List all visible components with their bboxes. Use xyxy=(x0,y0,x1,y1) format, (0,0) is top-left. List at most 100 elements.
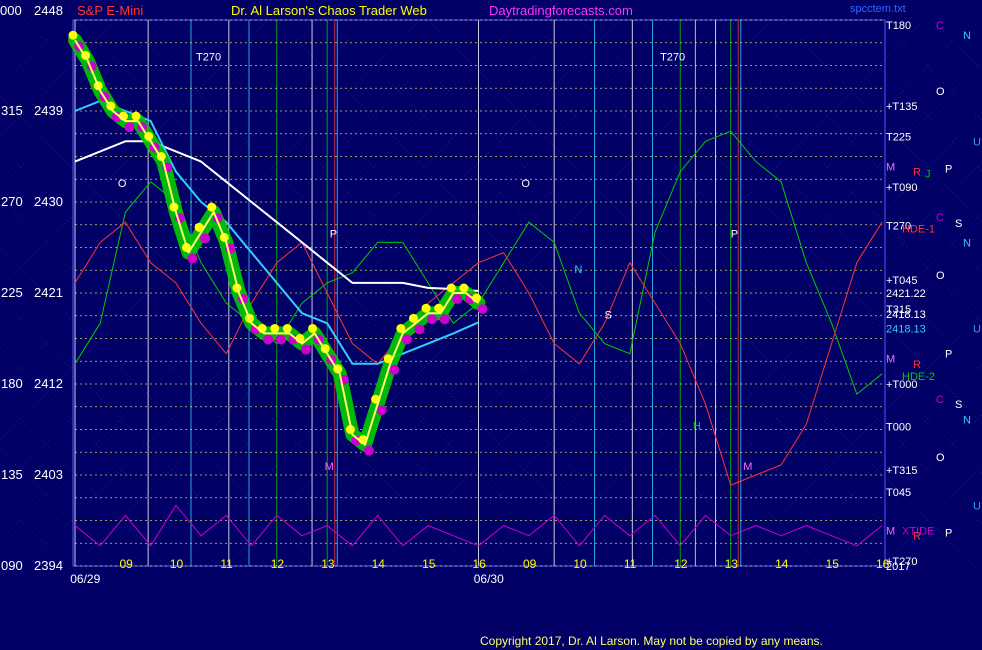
right-label: 2418.13 xyxy=(886,323,926,335)
planet-symbol: R xyxy=(913,167,921,179)
planet-symbol: P xyxy=(945,528,952,540)
right-label: T000 xyxy=(886,421,911,433)
chart-marker: M xyxy=(325,461,334,473)
price-low-dot xyxy=(300,344,311,355)
chart-marker: N xyxy=(574,264,582,276)
site-link[interactable]: Daytradingforecasts.com xyxy=(489,3,633,18)
planet-symbol: N xyxy=(963,30,971,42)
chart-marker: H xyxy=(693,421,701,433)
right-label: +T135 xyxy=(886,101,918,113)
header-price-top: 2448 xyxy=(34,3,63,18)
price-high-dot xyxy=(282,323,292,333)
planet-symbol: P xyxy=(945,349,952,361)
price-low-dot xyxy=(263,334,274,345)
planet-symbol: R xyxy=(913,359,921,371)
planet-symbol: O xyxy=(936,270,945,282)
x-hour-label: 10 xyxy=(573,557,587,571)
planet-symbol: U xyxy=(973,500,981,512)
price-high-dot xyxy=(131,111,141,121)
right-label: +T000 xyxy=(886,379,918,391)
right-label: M xyxy=(886,162,895,174)
chart-marker: S xyxy=(605,309,612,321)
price-low-dot xyxy=(364,445,375,456)
planet-symbol: N xyxy=(963,414,971,426)
y-tick-code: 225 xyxy=(1,285,23,300)
right-label: T225 xyxy=(886,131,911,143)
chart-background xyxy=(0,0,982,650)
right-label: M xyxy=(886,526,895,538)
planet-symbol: O xyxy=(936,452,945,464)
chart-marker: P xyxy=(731,228,738,240)
x-hour-label: 13 xyxy=(725,557,739,571)
chart-marker: O xyxy=(118,178,127,190)
price-high-dot xyxy=(207,202,217,212)
price-low-dot xyxy=(376,405,387,416)
planet-symbol: C xyxy=(936,394,944,406)
x-hour-label: 10 xyxy=(170,557,184,571)
price-low-dot xyxy=(124,122,135,133)
price-low-dot xyxy=(401,334,412,345)
y-tick-price: 2439 xyxy=(34,103,63,118)
chart-marker: T270 xyxy=(196,51,221,63)
x-hour-label: 11 xyxy=(220,557,233,571)
price-high-dot xyxy=(446,283,456,293)
chart-marker: M xyxy=(743,461,752,473)
chart-marker: T270 xyxy=(660,51,685,63)
right-label: M xyxy=(886,354,895,366)
x-hour-label: 15 xyxy=(826,557,840,571)
y-tick-code: 180 xyxy=(1,376,23,391)
price-high-dot xyxy=(308,323,318,333)
planet-symbol: R xyxy=(913,531,921,543)
right-label: +T045 xyxy=(886,275,918,287)
price-low-dot xyxy=(439,314,450,325)
price-high-dot xyxy=(270,323,280,333)
y-tick-price: 2412 xyxy=(34,376,63,391)
y-tick-code: 135 xyxy=(1,467,23,482)
price-low-dot xyxy=(452,294,463,304)
right-label: T180 xyxy=(886,20,911,32)
planet-symbol: J xyxy=(925,169,931,181)
planet-symbol: U xyxy=(973,136,981,148)
chart-canvas: T270 T270O OP PNSHMM 315 2439270 2430225 24211… xyxy=(0,0,982,650)
x-date-label: 06/29 xyxy=(70,572,100,586)
y-tick-code: 270 xyxy=(1,194,23,209)
planet-symbol: S xyxy=(955,218,962,230)
price-low-dot xyxy=(414,324,425,335)
right-label: 2421.22 xyxy=(886,288,926,300)
x-hour-label: 16 xyxy=(473,557,487,571)
x-hour-label: 14 xyxy=(372,557,386,571)
chart-marker: O xyxy=(521,178,530,190)
y-tick-code: 315 xyxy=(1,103,23,118)
right-label: +T315 xyxy=(886,465,918,477)
y-tick-price: 2421 xyxy=(34,285,63,300)
x-hour-label: 15 xyxy=(422,557,436,571)
planet-symbol: N xyxy=(963,237,971,249)
right-label: T045 xyxy=(886,487,911,499)
price-low-dot xyxy=(200,233,211,244)
price-low-dot xyxy=(275,334,286,345)
chart-file-name: spcctem.txt xyxy=(850,3,906,15)
planet-symbol: C xyxy=(936,20,944,32)
planet-symbol: O xyxy=(936,86,945,98)
copyright-notice: Copyright 2017, Dr. Al Larson. May not b… xyxy=(480,634,823,648)
x-hour-label: 09 xyxy=(523,557,537,571)
price-high-dot xyxy=(421,303,431,313)
instrument-title: S&P E-Mini xyxy=(77,3,144,18)
x-hour-label: 12 xyxy=(271,557,285,571)
price-high-dot xyxy=(68,30,78,40)
right-label: 2418.13 xyxy=(886,309,926,321)
price-high-dot xyxy=(459,283,469,293)
planet-symbol: U xyxy=(973,323,981,335)
right-label: 2017 xyxy=(886,561,910,573)
x-date-label: 06/30 xyxy=(474,572,504,586)
x-hour-label: 12 xyxy=(674,557,688,571)
planet-symbol: S xyxy=(955,399,962,411)
right-label: +T090 xyxy=(886,182,918,194)
price-low-dot xyxy=(187,253,198,264)
site-title: Dr. Al Larson's Chaos Trader Web xyxy=(231,3,427,18)
header-price-code: 000 xyxy=(0,3,22,18)
y-tick-price: 2403 xyxy=(34,467,63,482)
x-hour-label: 13 xyxy=(321,557,335,571)
y-tick-price: 2430 xyxy=(34,194,63,209)
y-tick-code: 090 xyxy=(1,558,23,573)
